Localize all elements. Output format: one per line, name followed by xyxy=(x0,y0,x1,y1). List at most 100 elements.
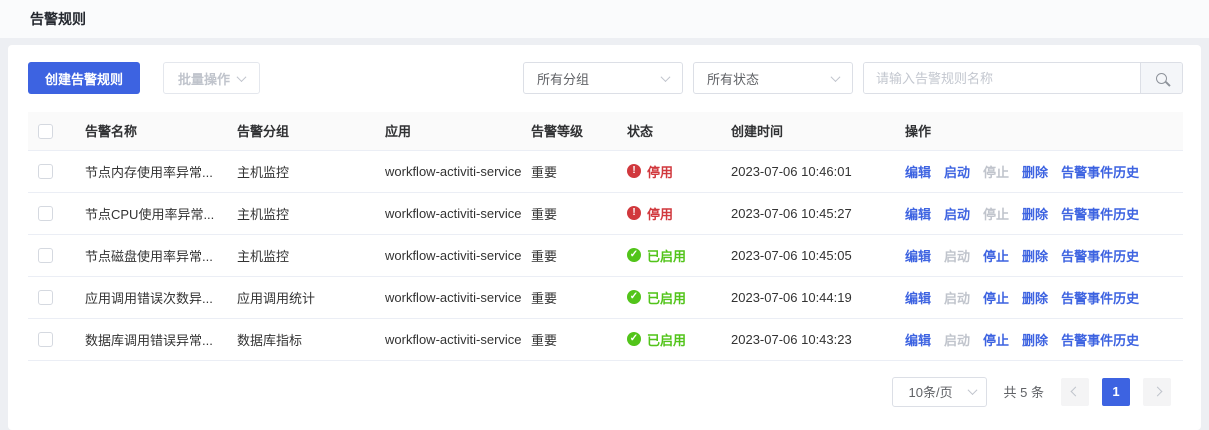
page-size-select[interactable]: 10条/页 xyxy=(892,377,987,407)
total-count: 共 5 条 xyxy=(1004,382,1044,401)
page-title: 告警规则 xyxy=(30,9,86,29)
edit-action[interactable]: 编辑 xyxy=(905,207,931,222)
cell-app: workflow-activiti-service xyxy=(375,234,521,276)
alert-history-action[interactable]: 告警事件历史 xyxy=(1061,165,1139,180)
row-checkbox[interactable] xyxy=(38,332,53,347)
cell-alert-level: 重要 xyxy=(521,276,617,318)
status-badge: ! 停用 xyxy=(627,204,711,223)
cell-alert-level: 重要 xyxy=(521,234,617,276)
search-bar xyxy=(863,62,1183,94)
status-label: 已启用 xyxy=(647,330,686,349)
start-action: 启动 xyxy=(944,333,970,348)
alert-rules-table: 告警名称 告警分组 应用 告警等级 状态 创建时间 操作 节点内存使用率异常..… xyxy=(28,112,1183,361)
check-circle-icon: ✓ xyxy=(627,332,641,346)
edit-action[interactable]: 编辑 xyxy=(905,333,931,348)
row-checkbox[interactable] xyxy=(38,164,53,179)
chevron-down-icon xyxy=(967,385,977,395)
batch-operation-button[interactable]: 批量操作 xyxy=(163,62,260,94)
column-header-actions: 操作 xyxy=(895,112,1183,150)
start-action[interactable]: 启动 xyxy=(944,165,970,180)
cell-alert-name: 节点CPU使用率异常... xyxy=(75,192,227,234)
cell-created-time: 2023-07-06 10:44:19 xyxy=(721,276,895,318)
group-filter-select[interactable]: 所有分组 xyxy=(523,62,683,94)
search-input[interactable] xyxy=(864,63,1140,93)
start-action[interactable]: 启动 xyxy=(944,207,970,222)
top-header: 告警规则 xyxy=(0,0,1209,38)
stop-action: 停止 xyxy=(983,165,1009,180)
cell-alert-name: 节点内存使用率异常... xyxy=(75,150,227,192)
delete-action[interactable]: 删除 xyxy=(1022,207,1048,222)
row-checkbox[interactable] xyxy=(38,206,53,221)
error-circle-icon: ! xyxy=(627,164,641,178)
pagination: 10条/页 共 5 条 1 xyxy=(28,377,1183,407)
column-header-group: 告警分组 xyxy=(227,112,375,150)
cell-actions: 编辑启动停止删除告警事件历史 xyxy=(895,234,1183,276)
start-action: 启动 xyxy=(944,291,970,306)
create-alert-rule-button[interactable]: 创建告警规则 xyxy=(28,62,140,94)
cell-alert-level: 重要 xyxy=(521,192,617,234)
cell-actions: 编辑启动停止删除告警事件历史 xyxy=(895,150,1183,192)
toolbar-filters: 所有分组 所有状态 xyxy=(523,62,1183,94)
chevron-down-icon xyxy=(831,72,841,82)
table-row: 节点CPU使用率异常... 主机监控 workflow-activiti-ser… xyxy=(28,192,1183,234)
edit-action[interactable]: 编辑 xyxy=(905,291,931,306)
column-header-name: 告警名称 xyxy=(75,112,227,150)
delete-action[interactable]: 删除 xyxy=(1022,291,1048,306)
table-row: 节点内存使用率异常... 主机监控 workflow-activiti-serv… xyxy=(28,150,1183,192)
cell-app: workflow-activiti-service xyxy=(375,192,521,234)
status-label: 已启用 xyxy=(647,288,686,307)
cell-app: workflow-activiti-service xyxy=(375,150,521,192)
cell-actions: 编辑启动停止删除告警事件历史 xyxy=(895,276,1183,318)
column-header-created: 创建时间 xyxy=(721,112,895,150)
page-size-value: 10条/页 xyxy=(909,382,953,401)
edit-action[interactable]: 编辑 xyxy=(905,249,931,264)
alert-history-action[interactable]: 告警事件历史 xyxy=(1061,333,1139,348)
status-label: 已启用 xyxy=(647,246,686,265)
stop-action[interactable]: 停止 xyxy=(983,249,1009,264)
search-icon xyxy=(1156,73,1167,84)
alert-history-action[interactable]: 告警事件历史 xyxy=(1061,207,1139,222)
row-checkbox[interactable] xyxy=(38,290,53,305)
start-action: 启动 xyxy=(944,249,970,264)
edit-action[interactable]: 编辑 xyxy=(905,165,931,180)
check-circle-icon: ✓ xyxy=(627,290,641,304)
chevron-down-icon xyxy=(237,72,247,82)
page-number-active[interactable]: 1 xyxy=(1102,378,1130,406)
cell-alert-level: 重要 xyxy=(521,150,617,192)
cell-alert-name: 数据库调用错误异常... xyxy=(75,318,227,360)
cell-alert-name: 节点磁盘使用率异常... xyxy=(75,234,227,276)
cell-alert-group: 主机监控 xyxy=(227,150,375,192)
alert-history-action[interactable]: 告警事件历史 xyxy=(1061,249,1139,264)
cell-alert-group: 应用调用统计 xyxy=(227,276,375,318)
group-filter-value: 所有分组 xyxy=(537,69,589,88)
stop-action[interactable]: 停止 xyxy=(983,291,1009,306)
cell-created-time: 2023-07-06 10:46:01 xyxy=(721,150,895,192)
cell-alert-name: 应用调用错误次数异... xyxy=(75,276,227,318)
column-header-level: 告警等级 xyxy=(521,112,617,150)
cell-alert-group: 主机监控 xyxy=(227,192,375,234)
chevron-right-icon xyxy=(1152,387,1162,397)
prev-page-button[interactable] xyxy=(1061,378,1089,406)
cell-alert-level: 重要 xyxy=(521,318,617,360)
toolbar: 创建告警规则 批量操作 所有分组 所有状态 xyxy=(28,62,1183,94)
cell-alert-group: 数据库指标 xyxy=(227,318,375,360)
table-row: 应用调用错误次数异... 应用调用统计 workflow-activiti-se… xyxy=(28,276,1183,318)
delete-action[interactable]: 删除 xyxy=(1022,165,1048,180)
cell-app: workflow-activiti-service xyxy=(375,276,521,318)
row-checkbox[interactable] xyxy=(38,248,53,263)
status-badge: ✓ 已启用 xyxy=(627,288,711,307)
cell-created-time: 2023-07-06 10:45:05 xyxy=(721,234,895,276)
status-badge: ✓ 已启用 xyxy=(627,246,711,265)
cell-created-time: 2023-07-06 10:43:23 xyxy=(721,318,895,360)
cell-created-time: 2023-07-06 10:45:27 xyxy=(721,192,895,234)
alert-history-action[interactable]: 告警事件历史 xyxy=(1061,291,1139,306)
stop-action[interactable]: 停止 xyxy=(983,333,1009,348)
next-page-button[interactable] xyxy=(1143,378,1171,406)
table-row: 节点磁盘使用率异常... 主机监控 workflow-activiti-serv… xyxy=(28,234,1183,276)
search-button[interactable] xyxy=(1140,63,1182,93)
delete-action[interactable]: 删除 xyxy=(1022,333,1048,348)
chevron-left-icon xyxy=(1070,387,1080,397)
select-all-checkbox[interactable] xyxy=(38,124,53,139)
delete-action[interactable]: 删除 xyxy=(1022,249,1048,264)
status-filter-select[interactable]: 所有状态 xyxy=(693,62,853,94)
